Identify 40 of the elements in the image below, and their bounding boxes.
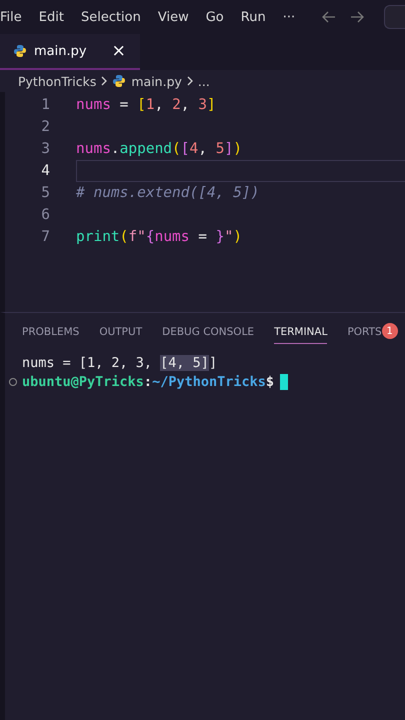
forward-arrow-icon[interactable] [350,11,364,23]
menu-item[interactable]: View [158,10,189,24]
editor-tab[interactable]: main.py × [0,34,140,70]
python-logo-icon [112,74,126,88]
menu-item[interactable]: File [0,10,22,24]
terminal-prompt: ubuntu@PyTricks:~/PythonTricks$ [22,374,274,390]
panel-tab[interactable]: DEBUG CONSOLE [162,318,254,344]
close-icon[interactable]: × [112,41,126,61]
count-badge: 1 [382,323,398,339]
menu-item[interactable]: Run [240,10,266,24]
python-logo-icon [13,44,27,58]
line-number: 6 [40,207,51,223]
line-number: 5 [40,185,51,201]
line-number: 2 [40,119,51,135]
panel-tab[interactable]: TERMINAL [274,318,328,344]
panel-tab[interactable]: PORTS [347,318,382,344]
chevron-right-icon [186,76,193,86]
search-field[interactable] [384,5,405,29]
menu-item[interactable]: Edit [38,10,64,24]
code-line: nums.append([4, 5]) [76,141,242,157]
line-number: 3 [40,141,51,157]
breadcrumb-item[interactable]: PythonTricks [18,74,96,88]
breadcrumb-item[interactable]: main.py [131,74,182,88]
panel-tab[interactable]: OUTPUT [99,318,142,344]
circle-icon [9,378,17,386]
line-number: 1 [40,97,51,113]
menu-item[interactable]: Selection [80,10,141,24]
breadcrumb-item[interactable]: ... [198,74,210,88]
menu-item[interactable]: ··· [282,10,296,24]
terminal-output: nums = [1, 2, 3, [4, 5]] [22,354,218,372]
line-number: 4 [40,163,51,179]
back-arrow-icon[interactable] [322,11,336,23]
code-line: # nums.extend([4, 5]) [76,185,260,201]
text-cursor [280,374,288,390]
menu-item[interactable]: Go [206,10,224,24]
code-line: nums = [1, 2, 3] [76,97,216,113]
line-number: 7 [40,229,51,245]
code-line: print(f"{nums = }") [76,229,242,245]
chevron-right-icon [101,76,108,86]
panel-tab[interactable]: PROBLEMS [22,318,80,344]
